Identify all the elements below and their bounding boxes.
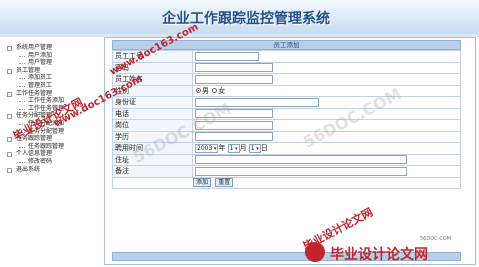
tree-item-employees[interactable]: 员工管理 — [6, 67, 102, 75]
address-input[interactable] — [195, 155, 407, 165]
phone-label: 电话 — [112, 107, 193, 120]
hire-month-select[interactable]: 1 — [227, 143, 240, 153]
tree-item-logout[interactable]: 退出系统 — [6, 166, 102, 174]
add-button[interactable]: 添加 — [193, 178, 212, 188]
emp-no-input[interactable] — [195, 51, 259, 61]
tree-item-add-user[interactable]: 用户添加 — [6, 52, 102, 60]
logo-domain: 56DOC.COM — [420, 236, 451, 242]
tree-item-manage-users[interactable]: 用户管理 — [6, 59, 102, 67]
row-emp-no: 员工工号 — [112, 50, 461, 63]
gender-female-label: 女 — [218, 86, 226, 95]
tree-item-manage-employees[interactable]: 管理员工 — [6, 82, 102, 90]
row-buttons: 添加 重置 — [112, 176, 461, 189]
row-name: 员工姓名 — [112, 73, 461, 86]
row-gender: 性别 男 女 — [112, 84, 461, 97]
hire-day-select[interactable]: 1 — [248, 143, 261, 153]
password-input[interactable] — [195, 63, 273, 73]
row-id-card: 身份证 — [112, 96, 461, 109]
tree-item-system-users[interactable]: 系统用户管理 — [6, 44, 102, 52]
name-input[interactable] — [195, 74, 273, 84]
row-address: 住址 — [112, 153, 461, 166]
logo-text: 毕业设计论文网 — [330, 247, 428, 263]
employee-form: 员工工号 密码 员工姓名 性别 男 女 身份证 电话 岗位 学历 聘用时间 20… — [112, 50, 461, 189]
reset-button[interactable]: 重置 — [215, 178, 234, 188]
hire-month-unit: 月 — [239, 144, 247, 153]
row-phone: 电话 — [112, 107, 461, 120]
gender-male-radio[interactable] — [196, 88, 201, 94]
id-card-label: 身份证 — [112, 96, 193, 109]
tree-item-add-employee[interactable]: 添加员工 — [6, 74, 102, 82]
remark-label: 备注 — [112, 165, 193, 178]
row-remark: 备注 — [112, 165, 461, 178]
header-banner: 企业工作跟踪监控管理系统 — [0, 0, 479, 35]
row-position: 岗位 — [112, 119, 461, 132]
remark-input[interactable] — [195, 166, 407, 176]
tree-item-profile[interactable]: 个人信息管理 — [6, 150, 102, 158]
hire-day-unit: 日 — [260, 144, 268, 153]
gender-female-radio[interactable] — [212, 88, 218, 94]
logo-mark-icon — [305, 242, 325, 262]
tree-item-change-password[interactable]: 修改密码 — [6, 158, 102, 166]
hire-year-unit: 年 — [218, 144, 226, 153]
hire-year-select[interactable]: 2003 — [195, 143, 219, 153]
row-password: 密码 — [112, 61, 461, 74]
gender-male-label: 男 — [202, 86, 209, 95]
education-input[interactable] — [195, 132, 273, 142]
